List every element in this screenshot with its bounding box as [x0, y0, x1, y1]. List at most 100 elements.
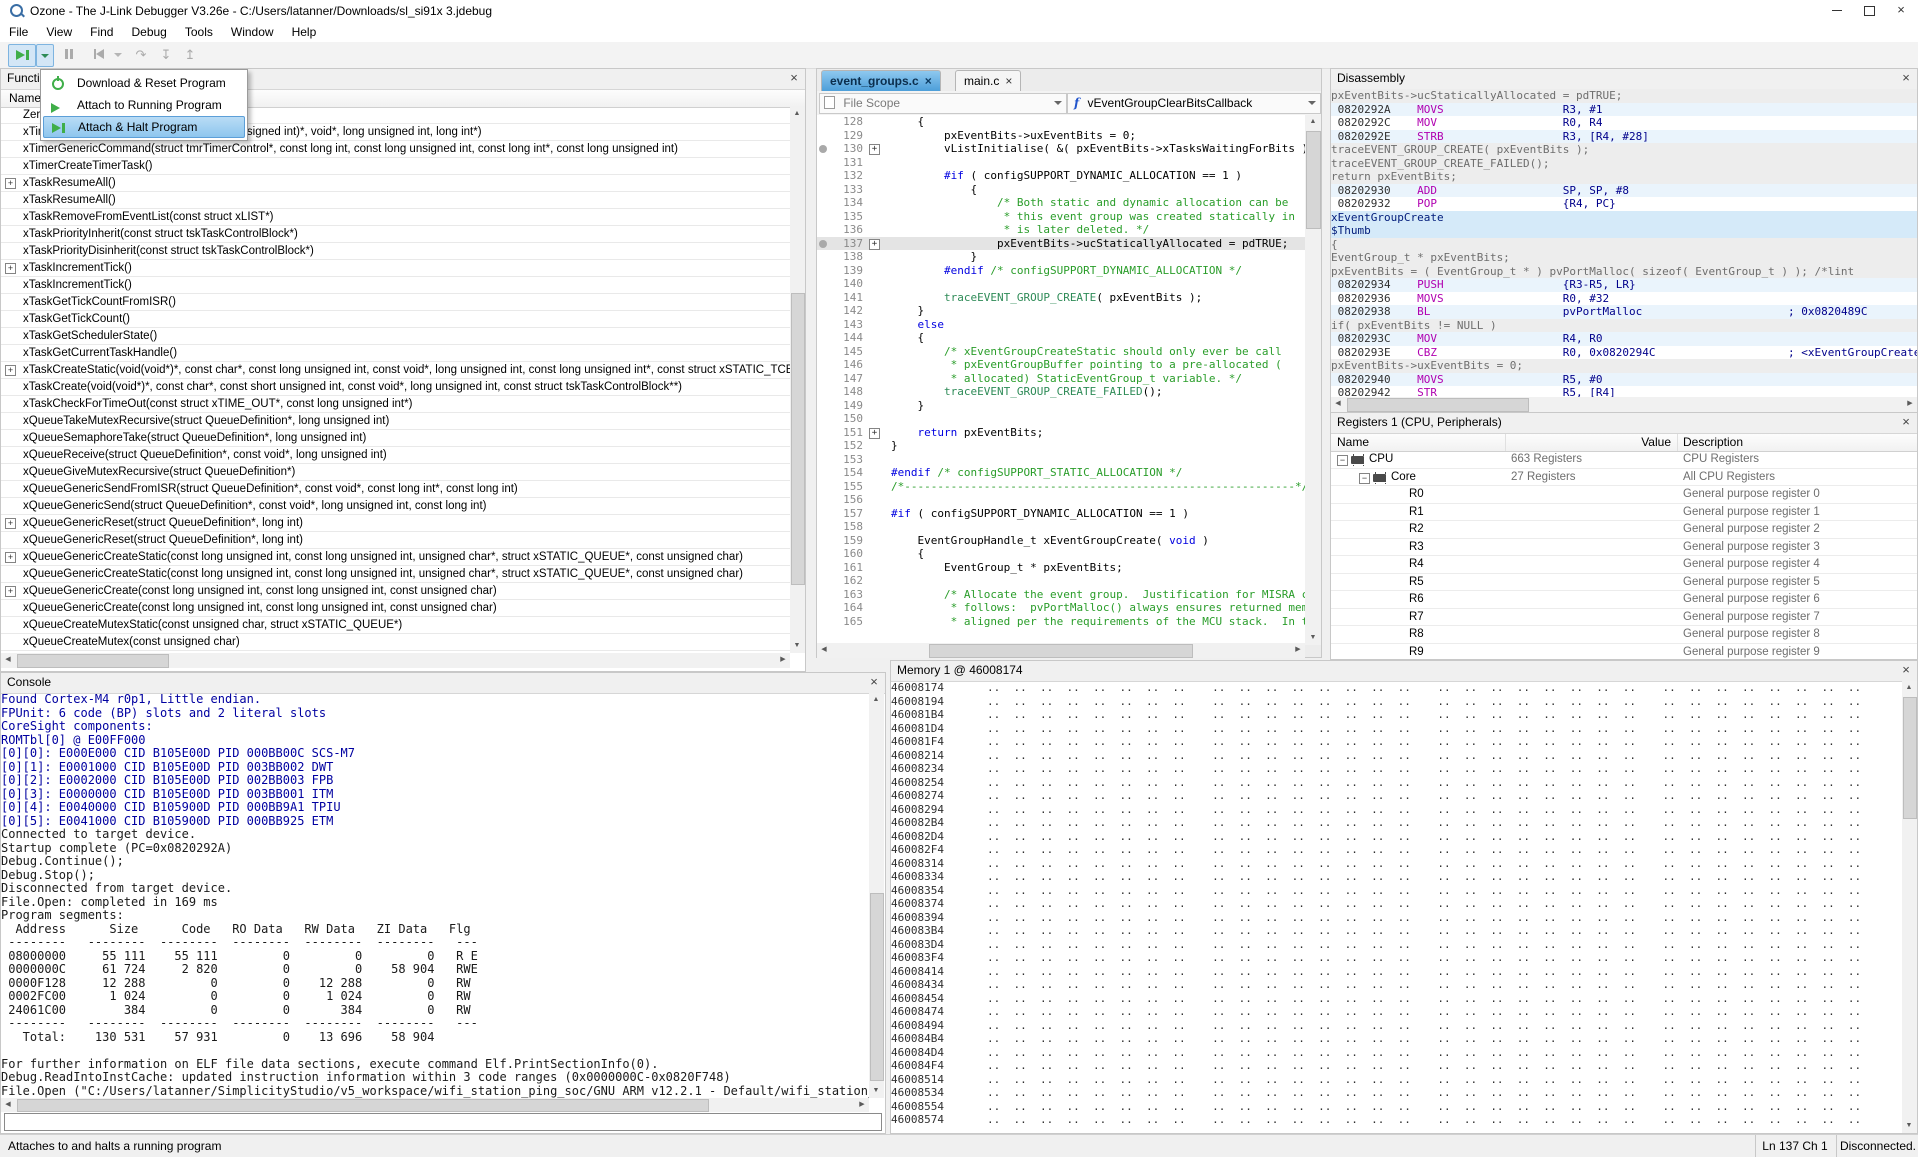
code-line[interactable]: 140	[817, 277, 1305, 291]
function-row[interactable]: xTaskCheckForTimeOut(const struct xTIME_…	[1, 396, 791, 413]
code-gutter[interactable]: 165	[817, 615, 887, 629]
memory-row[interactable]: 460081F4.. .. .. .. .. .. .. .. .. .. ..…	[891, 735, 1903, 749]
code-line[interactable]: 141 traceEVENT_GROUP_CREATE( pxEventBits…	[817, 291, 1305, 305]
function-row[interactable]: xQueueGenericSendFromISR(struct QueueDef…	[1, 481, 791, 498]
close-icon[interactable]: ×	[1899, 661, 1913, 680]
code-line[interactable]: 137+ pxEventBits->ucStaticallyAllocated …	[817, 237, 1305, 251]
memory-row[interactable]: 46008234.. .. .. .. .. .. .. .. .. .. ..…	[891, 762, 1903, 776]
code-gutter[interactable]: 137+	[817, 237, 887, 251]
memory-row[interactable]: 46008574.. .. .. .. .. .. .. .. .. .. ..…	[891, 1113, 1903, 1127]
disassembly-horizontal-scrollbar[interactable]: ◀ ▶	[1331, 397, 1917, 412]
disassembly-source-line[interactable]: return pxEventBits;	[1331, 170, 1917, 184]
disassembly-instruction-line[interactable]: 0820292E STRB R3, [R4, #28]	[1331, 130, 1917, 144]
function-row[interactable]: xTimerCreateTimerTask()	[1, 158, 791, 175]
code-gutter[interactable]: 146	[817, 358, 887, 372]
menu-window[interactable]: Window	[222, 22, 283, 42]
function-row[interactable]: +xTaskIncrementTick()	[1, 260, 791, 277]
memory-row[interactable]: 460083F4.. .. .. .. .. .. .. .. .. .. ..…	[891, 951, 1903, 965]
code-line[interactable]: 151+ return pxEventBits;	[817, 426, 1305, 440]
registers-column-header[interactable]: Name Value Description	[1331, 434, 1917, 452]
function-row[interactable]: xQueueGiveMutexRecursive(struct QueueDef…	[1, 464, 791, 481]
function-row[interactable]: xTaskGetCurrentTaskHandle()	[1, 345, 791, 362]
code-gutter[interactable]: 153	[817, 453, 887, 467]
function-row[interactable]: xTaskPriorityDisinherit(const struct tsk…	[1, 243, 791, 260]
code-line[interactable]: 136 * is later deleted. */	[817, 223, 1305, 237]
code-gutter[interactable]: 157	[817, 507, 887, 521]
code-gutter[interactable]: 145	[817, 345, 887, 359]
menu-view[interactable]: View	[37, 22, 81, 42]
function-row[interactable]: xQueueCreateMutexStatic(const unsigned c…	[1, 617, 791, 634]
menu-item-download-reset-program[interactable]: Download & Reset Program	[43, 72, 245, 94]
disassembly-instruction-line[interactable]: 08202930 ADD SP, SP, #8	[1331, 184, 1917, 198]
disassembly-source-line[interactable]: {	[1331, 238, 1917, 252]
attach-dropdown-arrow[interactable]	[36, 44, 54, 67]
step-out-button[interactable]: ↥	[180, 44, 200, 65]
code-line[interactable]: 145 /* xEventGroupCreateStatic should on…	[817, 345, 1305, 359]
function-row[interactable]: xQueueCreateMutex(const unsigned char)	[1, 634, 791, 651]
code-gutter[interactable]: 144	[817, 331, 887, 345]
memory-row[interactable]: 46008194.. .. .. .. .. .. .. .. .. .. ..…	[891, 695, 1903, 709]
reset-dropdown-arrow[interactable]	[112, 44, 124, 65]
function-row[interactable]: xQueueGenericCreate(const long unsigned …	[1, 600, 791, 617]
memory-row[interactable]: 460082F4.. .. .. .. .. .. .. .. .. .. ..…	[891, 843, 1903, 857]
code-line[interactable]: 133 {	[817, 183, 1305, 197]
disassembly-instruction-line[interactable]: 08202936 MOVS R0, #32	[1331, 292, 1917, 306]
code-gutter[interactable]: 152	[817, 439, 887, 453]
code-gutter[interactable]: 149	[817, 399, 887, 413]
register-row[interactable]: R6General purpose register 6	[1331, 591, 1917, 609]
register-row[interactable]: R1General purpose register 1	[1331, 504, 1917, 522]
code-gutter[interactable]: 138	[817, 250, 887, 264]
file-scope-combo[interactable]: File Scope	[819, 93, 1067, 114]
register-row[interactable]: R2General purpose register 2	[1331, 521, 1917, 539]
function-row[interactable]: xTaskGetTickCountFromISR()	[1, 294, 791, 311]
code-line[interactable]: 134 /* Both static and dynamic allocatio…	[817, 196, 1305, 210]
disassembly-instruction-line[interactable]: 08202934 PUSH {R3-R5, LR}	[1331, 278, 1917, 292]
editor-horizontal-scrollbar[interactable]: ◀ ▶	[817, 643, 1305, 658]
memory-row[interactable]: 46008274.. .. .. .. .. .. .. .. .. .. ..…	[891, 789, 1903, 803]
function-row[interactable]: xTaskIncrementTick()	[1, 277, 791, 294]
function-row[interactable]: xTaskGetSchedulerState()	[1, 328, 791, 345]
code-line[interactable]: 158	[817, 520, 1305, 534]
code-line[interactable]: 138 }	[817, 250, 1305, 264]
expand-icon[interactable]: +	[5, 365, 16, 376]
function-row[interactable]: xQueueGenericReset(struct QueueDefinitio…	[1, 532, 791, 549]
function-row[interactable]: +xQueueGenericCreate(const long unsigned…	[1, 583, 791, 600]
code-gutter[interactable]: 159	[817, 534, 887, 548]
code-gutter[interactable]: 150	[817, 412, 887, 426]
expand-icon[interactable]: +	[5, 552, 16, 563]
memory-row[interactable]: 46008394.. .. .. .. .. .. .. .. .. .. ..…	[891, 911, 1903, 925]
minimize-button[interactable]	[1822, 0, 1852, 22]
restore-button[interactable]	[1854, 0, 1884, 22]
functions-vertical-scrollbar[interactable]: ▲ ▼	[790, 107, 805, 653]
function-row[interactable]: xQueueGenericCreateStatic(const long uns…	[1, 566, 791, 583]
function-row[interactable]: +xTaskCreateStatic(void(void*)*, const c…	[1, 362, 791, 379]
menu-item-attach-to-running-program[interactable]: Attach to Running Program	[43, 94, 245, 116]
breakpoint-marker-icon[interactable]	[819, 145, 827, 153]
memory-row[interactable]: 460084F4.. .. .. .. .. .. .. .. .. .. ..…	[891, 1059, 1903, 1073]
tab-event_groups-c[interactable]: event_groups.c×	[821, 70, 941, 91]
code-gutter[interactable]: 164	[817, 601, 887, 615]
memory-row[interactable]: 46008354.. .. .. .. .. .. .. .. .. .. ..…	[891, 884, 1903, 898]
function-row[interactable]: +xTaskResumeAll()	[1, 175, 791, 192]
code-line[interactable]: 142 }	[817, 304, 1305, 318]
memory-row[interactable]: 46008214.. .. .. .. .. .. .. .. .. .. ..…	[891, 749, 1903, 763]
disassembly-source-line[interactable]: pxEventBits->uxEventBits = 0;	[1331, 359, 1917, 373]
code-line[interactable]: 148 traceEVENT_GROUP_CREATE_FAILED();	[817, 385, 1305, 399]
code-gutter[interactable]: 155	[817, 480, 887, 494]
memory-row[interactable]: 46008254.. .. .. .. .. .. .. .. .. .. ..…	[891, 776, 1903, 790]
code-gutter[interactable]: 134	[817, 196, 887, 210]
code-line[interactable]: 150	[817, 412, 1305, 426]
memory-row[interactable]: 460084D4.. .. .. .. .. .. .. .. .. .. ..…	[891, 1046, 1903, 1060]
close-icon[interactable]: ×	[1899, 69, 1913, 88]
disassembly-instruction-line[interactable]: 08202938 BL pvPortMalloc ; 0x0820489C	[1331, 305, 1917, 319]
disassembly-instruction-line[interactable]: 08202940 MOVS R5, #0	[1331, 373, 1917, 387]
code-line[interactable]: 164 * follows: pvPortMalloc() always ens…	[817, 601, 1305, 615]
disassembly-label-line[interactable]: xEventGroupCreate	[1331, 211, 1917, 225]
fold-icon[interactable]: +	[869, 428, 880, 439]
code-gutter[interactable]: 133	[817, 183, 887, 197]
memory-row[interactable]: 460082D4.. .. .. .. .. .. .. .. .. .. ..…	[891, 830, 1903, 844]
code-line[interactable]: 156	[817, 493, 1305, 507]
memory-row[interactable]: 46008294.. .. .. .. .. .. .. .. .. .. ..…	[891, 803, 1903, 817]
code-gutter[interactable]: 139	[817, 264, 887, 278]
code-gutter[interactable]: 148	[817, 385, 887, 399]
